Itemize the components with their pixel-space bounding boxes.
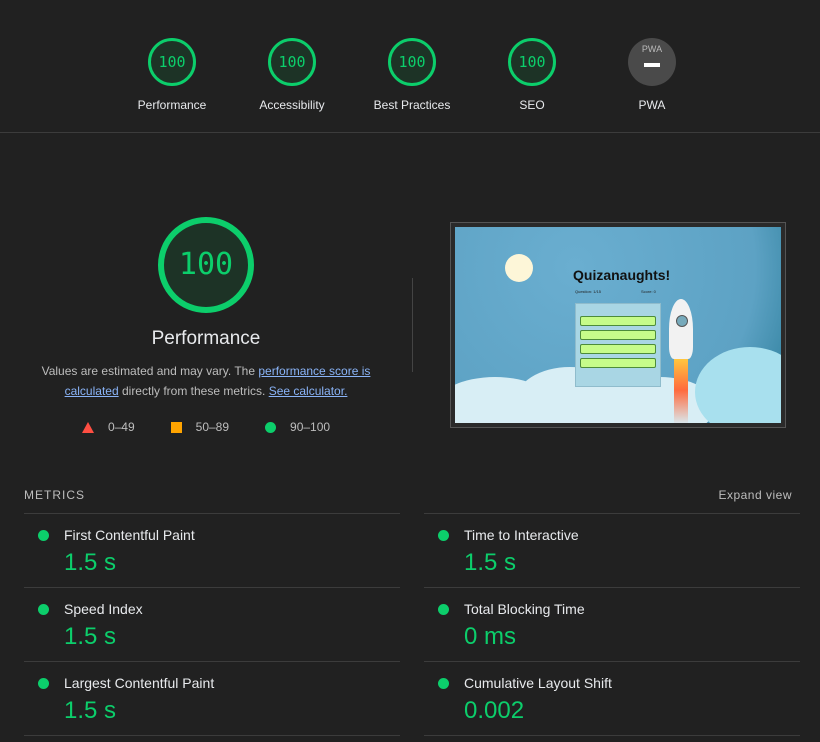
metric-name: First Contentful Paint: [64, 527, 195, 543]
quiz-score: Score: 0: [641, 289, 656, 294]
pwa-badge-icon: PWA: [628, 38, 676, 86]
pass-circle-icon: [438, 604, 449, 615]
metric-name: Total Blocking Time: [464, 601, 585, 617]
metric-value: 1.5 s: [64, 697, 117, 724]
gauge-label: Performance: [137, 98, 207, 112]
legend-label: 90–100: [290, 420, 331, 434]
metrics-header: METRICS: [24, 488, 85, 502]
row-divider: [24, 735, 400, 736]
performance-title: Performance: [151, 328, 261, 349]
metric-value: 1.5 s: [464, 549, 517, 576]
moon: [505, 254, 533, 282]
pass-circle-icon: [38, 678, 49, 689]
metric-value: 0.002: [464, 697, 525, 724]
score: 100: [508, 38, 556, 86]
rocket-icon: [669, 299, 693, 359]
square-icon: [170, 421, 182, 433]
legend-label: 0–49: [107, 420, 135, 434]
metric-speed-index: Speed Index 1.5 s: [24, 587, 400, 661]
pass-circle-icon: [38, 604, 49, 615]
metric-name: Time to Interactive: [464, 527, 579, 543]
metric-lcp: Largest Contentful Paint 1.5 s: [24, 661, 400, 735]
gauge-label: Best Practices: [373, 98, 451, 112]
quiz-card: [575, 303, 661, 387]
pwa-badge-text: PWA: [641, 44, 663, 54]
row-divider: [424, 735, 800, 736]
legend-pass: 90–100: [265, 420, 330, 434]
dash-icon: [644, 63, 660, 67]
gauge-label: PWA: [638, 98, 666, 112]
metric-cls: Cumulative Layout Shift 0.002: [424, 661, 800, 735]
triangle-icon: [81, 421, 94, 433]
metric-value: 1.5 s: [64, 549, 117, 576]
metric-fcp: First Contentful Paint 1.5 s: [24, 513, 400, 587]
quiz-title: Quizanaughts!: [573, 267, 671, 283]
performance-description: Values are estimated and may vary. The p…: [30, 361, 382, 401]
gauge-best-practices[interactable]: 100 Best Practices: [352, 38, 472, 112]
legend-average: 50–89: [170, 420, 230, 434]
gauge-performance[interactable]: 100 Performance: [112, 38, 232, 112]
score: 100: [148, 38, 196, 86]
metric-name: Largest Contentful Paint: [64, 675, 215, 691]
metric-value: 0 ms: [464, 623, 517, 650]
final-screenshot[interactable]: Quizanaughts! Question: 1/15 Score: 0: [450, 222, 786, 428]
gauge-label: SEO: [519, 98, 545, 112]
see-calculator-link[interactable]: See calculator.: [269, 384, 348, 398]
desc-text: directly from these metrics.: [118, 384, 269, 398]
screenshot-image: Quizanaughts! Question: 1/15 Score: 0: [455, 227, 781, 423]
performance-score-gauge: 100: [158, 217, 254, 313]
vertical-divider: [412, 278, 413, 372]
pass-circle-icon: [438, 530, 449, 541]
rocket-flame: [674, 355, 688, 423]
score-legend: 0–49 50–89 90–100: [0, 420, 412, 434]
gauge-seo[interactable]: 100 SEO: [472, 38, 592, 112]
metric-name: Speed Index: [64, 601, 143, 617]
score: 100: [388, 38, 436, 86]
gauge-accessibility[interactable]: 100 Accessibility: [232, 38, 352, 112]
gauge-label: Accessibility: [259, 98, 325, 112]
pass-circle-icon: [38, 530, 49, 541]
score: 100: [268, 38, 316, 86]
question-count: Question: 1/15: [575, 289, 602, 294]
divider: [0, 132, 820, 133]
metric-tbt: Total Blocking Time 0 ms: [424, 587, 800, 661]
gauge-pwa[interactable]: PWA PWA: [592, 38, 712, 112]
circle-icon: [265, 421, 277, 433]
legend-fail: 0–49: [81, 420, 135, 434]
metric-tti: Time to Interactive 1.5 s: [424, 513, 800, 587]
legend-label: 50–89: [195, 420, 230, 434]
desc-text: Values are estimated and may vary. The: [41, 364, 259, 378]
metric-value: 1.5 s: [64, 623, 117, 650]
expand-view-button[interactable]: Expand view: [718, 488, 792, 502]
pass-circle-icon: [438, 678, 449, 689]
metric-name: Cumulative Layout Shift: [464, 675, 612, 691]
